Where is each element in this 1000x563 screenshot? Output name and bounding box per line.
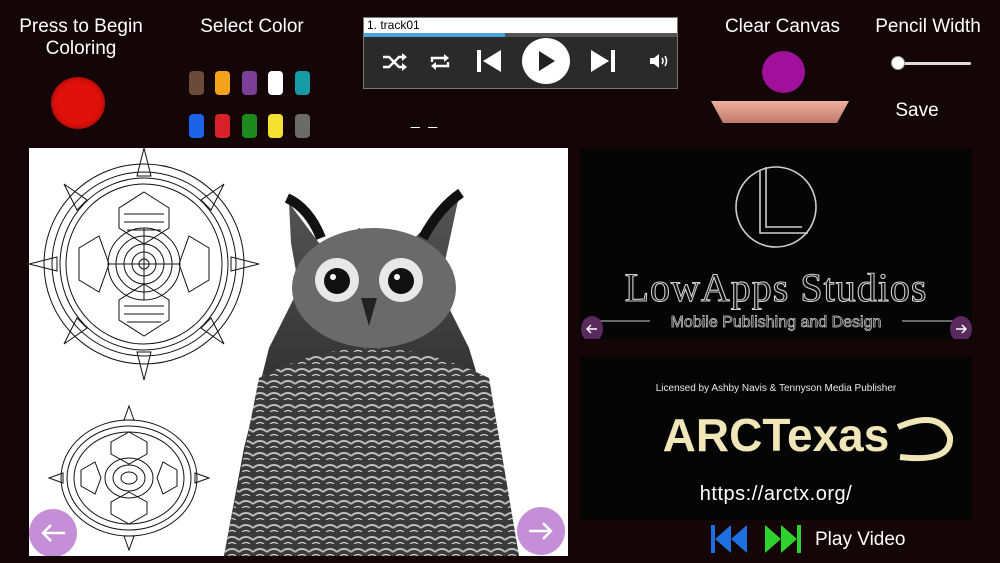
music-player: 1. track01 xyxy=(363,17,678,89)
coloring-canvas[interactable] xyxy=(29,148,568,556)
coloring-page-image xyxy=(29,148,519,556)
ad-previous-button[interactable] xyxy=(581,316,603,339)
select-color-label: Select Color xyxy=(200,16,304,37)
begin-coloring-label: Press to Begin Coloring xyxy=(19,16,143,59)
arctexas-brand: ARCTexas xyxy=(663,409,890,461)
paint-tray-icon xyxy=(709,99,851,125)
arrow-left-icon xyxy=(41,524,65,542)
shuffle-icon[interactable] xyxy=(378,48,412,76)
track-title: 1. track01 xyxy=(364,18,677,33)
next-track-icon[interactable] xyxy=(586,46,620,76)
pencil-width-label: Pencil Width xyxy=(875,16,981,37)
clear-canvas-button[interactable] xyxy=(762,51,805,93)
large-mandala-drawing xyxy=(29,148,260,381)
repeat-icon[interactable] xyxy=(424,48,456,76)
color-swatch-brown[interactable] xyxy=(189,71,204,95)
owl-drawing xyxy=(224,188,519,556)
color-swatch-red[interactable] xyxy=(215,114,230,138)
video-forward-button[interactable] xyxy=(764,523,802,555)
previous-page-button[interactable] xyxy=(29,509,77,556)
color-swatch-orange[interactable] xyxy=(215,71,230,95)
previous-track-icon[interactable] xyxy=(472,46,506,76)
next-page-button[interactable] xyxy=(517,507,565,555)
volume-icon[interactable] xyxy=(647,50,673,72)
license-text: Licensed by Ashby Navis & Tennyson Media… xyxy=(655,383,897,394)
arctexas-ad-panel[interactable]: Licensed by Ashby Navis & Tennyson Media… xyxy=(580,357,972,520)
clear-canvas-label: Clear Canvas xyxy=(724,16,841,37)
progress-bar[interactable] xyxy=(364,33,677,37)
color-swatch-yellow[interactable] xyxy=(268,114,283,138)
color-swatch-blue[interactable] xyxy=(189,114,204,138)
lowapps-subtitle: Mobile Publishing and Design xyxy=(671,314,882,331)
arctexas-url[interactable]: https://arctx.org/ xyxy=(580,483,972,506)
arrow-right-icon xyxy=(529,522,553,540)
begin-coloring-button[interactable] xyxy=(51,77,105,129)
pencil-width-slider[interactable] xyxy=(887,56,971,70)
ad-next-button[interactable] xyxy=(950,316,972,339)
color-swatch-green[interactable] xyxy=(242,114,257,138)
fast-forward-icon xyxy=(765,525,801,553)
lowapps-title: LowApps Studios xyxy=(625,265,928,310)
color-swatch-white[interactable] xyxy=(268,71,283,95)
arrow-right-icon xyxy=(956,324,967,334)
save-button[interactable]: Save xyxy=(875,100,959,122)
rewind-icon xyxy=(711,525,747,553)
play-icon[interactable] xyxy=(522,38,570,84)
play-video-button[interactable]: Play Video xyxy=(815,529,925,551)
color-swatch-gray[interactable] xyxy=(295,114,310,138)
progress-fill xyxy=(364,33,505,37)
arrow-left-icon xyxy=(586,324,597,334)
video-rewind-button[interactable] xyxy=(710,523,748,555)
color-swatch-purple[interactable] xyxy=(242,71,257,95)
lowapps-ad-panel[interactable]: LowApps Studios Mobile Publishing and De… xyxy=(580,149,972,339)
color-swatch-teal[interactable] xyxy=(295,71,310,95)
lowapps-logo-icon xyxy=(735,166,817,248)
slider-knob[interactable] xyxy=(890,56,905,70)
status-text: _ _ xyxy=(410,112,440,129)
